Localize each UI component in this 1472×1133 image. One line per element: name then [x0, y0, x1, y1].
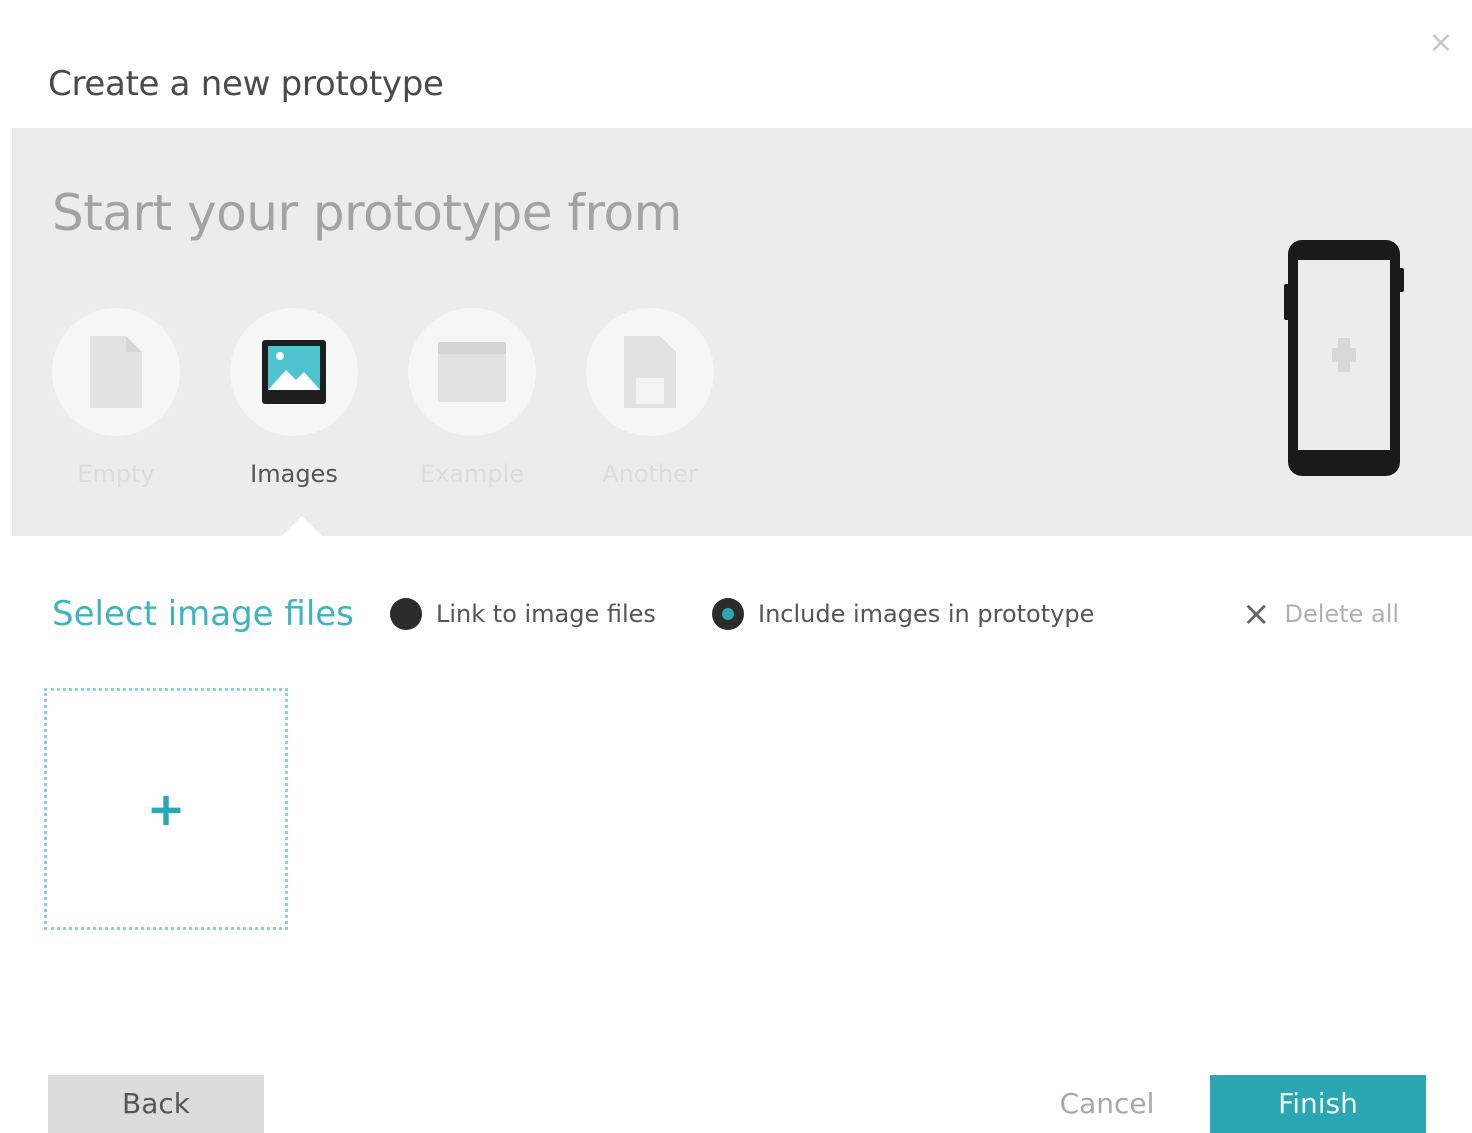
option-empty[interactable]: Empty — [27, 308, 205, 488]
finish-button[interactable]: Finish — [1210, 1075, 1426, 1133]
source-panel: Start your prototype from Empty Images E… — [12, 128, 1472, 536]
option-images-circle — [230, 308, 358, 436]
option-empty-label: Empty — [77, 460, 155, 488]
delete-all-label: Delete all — [1284, 600, 1400, 628]
images-toolbar: Select image files Link to image files I… — [0, 580, 1472, 650]
option-another[interactable]: Another — [561, 308, 739, 488]
radio-link-dot[interactable] — [390, 598, 422, 630]
select-image-files-link[interactable]: Select image files — [52, 594, 354, 634]
option-images-label: Images — [250, 460, 338, 488]
radio-include-dot[interactable] — [712, 598, 744, 630]
image-icon — [262, 340, 326, 404]
radio-include-label: Include images in prototype — [758, 600, 1095, 628]
dialog-title: Create a new prototype — [48, 64, 444, 104]
radio-link-label: Link to image files — [436, 600, 656, 628]
option-empty-circle — [52, 308, 180, 436]
option-another-label: Another — [602, 460, 698, 488]
image-dropzone[interactable]: + — [44, 688, 288, 930]
option-example-circle — [408, 308, 536, 436]
smartphone-icon — [1284, 240, 1404, 476]
file-icon — [624, 336, 676, 408]
source-heading: Start your prototype from — [52, 184, 682, 242]
document-icon — [90, 336, 142, 408]
selected-option-pointer — [282, 516, 322, 536]
delete-all-button[interactable]: × Delete all — [1242, 594, 1400, 634]
option-images[interactable]: Images — [205, 308, 383, 488]
option-example[interactable]: Example — [383, 308, 561, 488]
plus-icon: + — [146, 782, 186, 836]
cancel-button[interactable]: Cancel — [1040, 1075, 1174, 1133]
option-example-label: Example — [419, 460, 525, 488]
radio-link-to-image-files[interactable]: Link to image files — [390, 598, 656, 630]
back-button[interactable]: Back — [48, 1075, 264, 1133]
close-icon: × — [1242, 594, 1271, 634]
radio-include-images[interactable]: Include images in prototype — [712, 598, 1094, 630]
option-another-circle — [586, 308, 714, 436]
close-icon[interactable]: × — [1424, 26, 1458, 60]
window-icon — [438, 342, 506, 402]
new-prototype-dialog: × Create a new prototype Start your prot… — [0, 0, 1472, 1133]
